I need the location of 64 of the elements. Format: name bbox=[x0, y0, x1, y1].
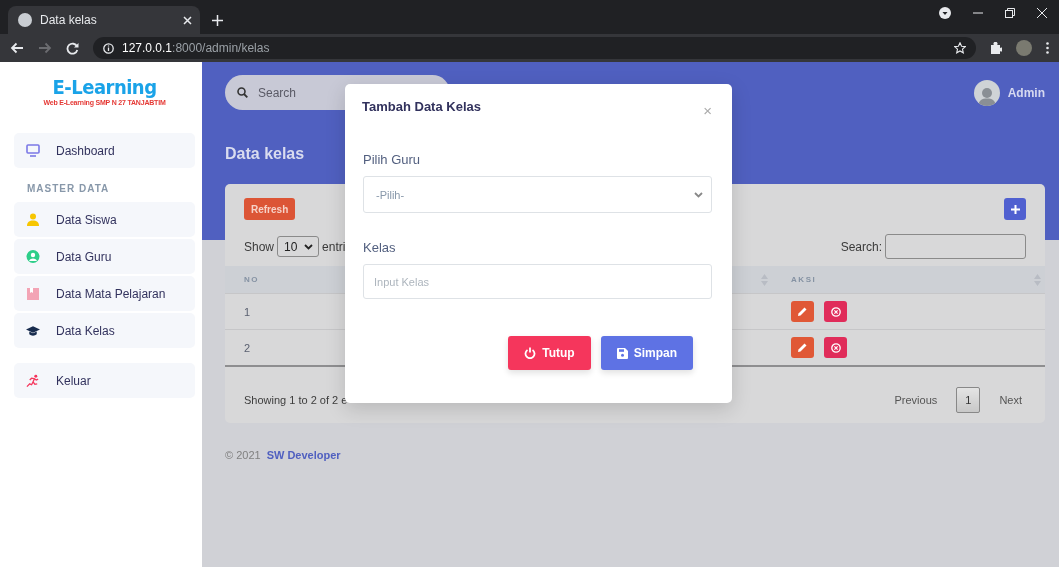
book-icon bbox=[26, 287, 40, 300]
page-title: Data kelas bbox=[225, 145, 305, 163]
x-circle-icon bbox=[830, 342, 841, 353]
close-window-icon[interactable] bbox=[1037, 8, 1047, 18]
x-circle-icon bbox=[830, 306, 841, 317]
user-circle-icon bbox=[26, 250, 40, 263]
edit-button[interactable] bbox=[791, 337, 815, 358]
save-icon bbox=[616, 347, 628, 359]
edit-button[interactable] bbox=[791, 301, 815, 322]
show-label: Show bbox=[244, 239, 275, 254]
pencil-icon bbox=[798, 307, 808, 316]
select-field[interactable]: -Pilih- bbox=[363, 176, 712, 213]
caret-icon bbox=[694, 191, 703, 198]
reload-icon[interactable] bbox=[66, 41, 79, 55]
browser-tab[interactable]: Data kelas bbox=[8, 6, 200, 34]
favicon-icon bbox=[18, 13, 32, 27]
back-arrow-icon[interactable] bbox=[10, 42, 24, 54]
page-button[interactable]: 1 bbox=[956, 387, 981, 413]
add-button[interactable] bbox=[1004, 198, 1026, 220]
address-field[interactable]: 127.0.0.1:8000/admin/kelas bbox=[93, 37, 976, 59]
logo-title: E-Learning bbox=[52, 76, 157, 98]
profile-avatar[interactable] bbox=[1016, 40, 1032, 56]
table-search-field[interactable] bbox=[885, 234, 1026, 259]
dropdown-icon[interactable] bbox=[939, 7, 951, 19]
sidebar-item[interactable]: Data Mata Pelajaran bbox=[14, 276, 195, 311]
sidebar-item[interactable]: Data Kelas bbox=[14, 313, 195, 348]
entries-label: entri bbox=[322, 239, 346, 254]
search-label: Search: bbox=[840, 239, 882, 254]
new-tab-icon[interactable] bbox=[212, 15, 223, 26]
plus-icon bbox=[1010, 204, 1020, 214]
sidebar-item[interactable]: Dashboard bbox=[14, 133, 195, 168]
entries-select[interactable]: 10 bbox=[277, 236, 320, 257]
close-icon[interactable] bbox=[183, 15, 192, 25]
puzzle-icon[interactable] bbox=[990, 42, 1002, 54]
delete-button[interactable] bbox=[824, 301, 848, 322]
sidebar-item[interactable]: Data Guru bbox=[14, 239, 195, 274]
previous-link[interactable]: Previous bbox=[885, 387, 947, 413]
menu-icon[interactable] bbox=[1046, 42, 1049, 54]
info-icon bbox=[103, 42, 114, 54]
input-field[interactable]: Input Kelas bbox=[363, 264, 712, 299]
runner-icon bbox=[26, 373, 40, 388]
table-cell: 1 bbox=[225, 293, 341, 330]
power-icon bbox=[524, 347, 537, 359]
caret-icon bbox=[304, 243, 314, 250]
table-cell: 2 bbox=[225, 329, 341, 366]
monitor-icon bbox=[26, 144, 40, 157]
sidebar-item[interactable]: Data Siswa bbox=[14, 202, 195, 237]
delete-button[interactable] bbox=[824, 337, 848, 358]
pencil-icon bbox=[798, 343, 808, 352]
field-label: Pilih Guru bbox=[363, 152, 422, 167]
sidebar-item[interactable]: Keluar bbox=[14, 363, 195, 398]
section-heading: MASTER DATA bbox=[26, 182, 111, 196]
author-link[interactable]: SW Developer bbox=[266, 449, 341, 461]
star-icon[interactable] bbox=[954, 42, 966, 54]
user-name[interactable]: Admin bbox=[1007, 85, 1045, 100]
avatar-icon[interactable] bbox=[973, 79, 1000, 106]
copyright-text: © 2021 bbox=[225, 449, 261, 461]
graduation-cap-icon bbox=[26, 324, 40, 337]
restore-icon[interactable] bbox=[1005, 8, 1015, 18]
person-icon bbox=[26, 213, 40, 226]
field-label: Kelas bbox=[363, 240, 397, 255]
close-button[interactable]: Tutup bbox=[508, 336, 591, 370]
next-link[interactable]: Next bbox=[990, 387, 1031, 413]
save-button[interactable]: Simpan bbox=[600, 336, 693, 370]
